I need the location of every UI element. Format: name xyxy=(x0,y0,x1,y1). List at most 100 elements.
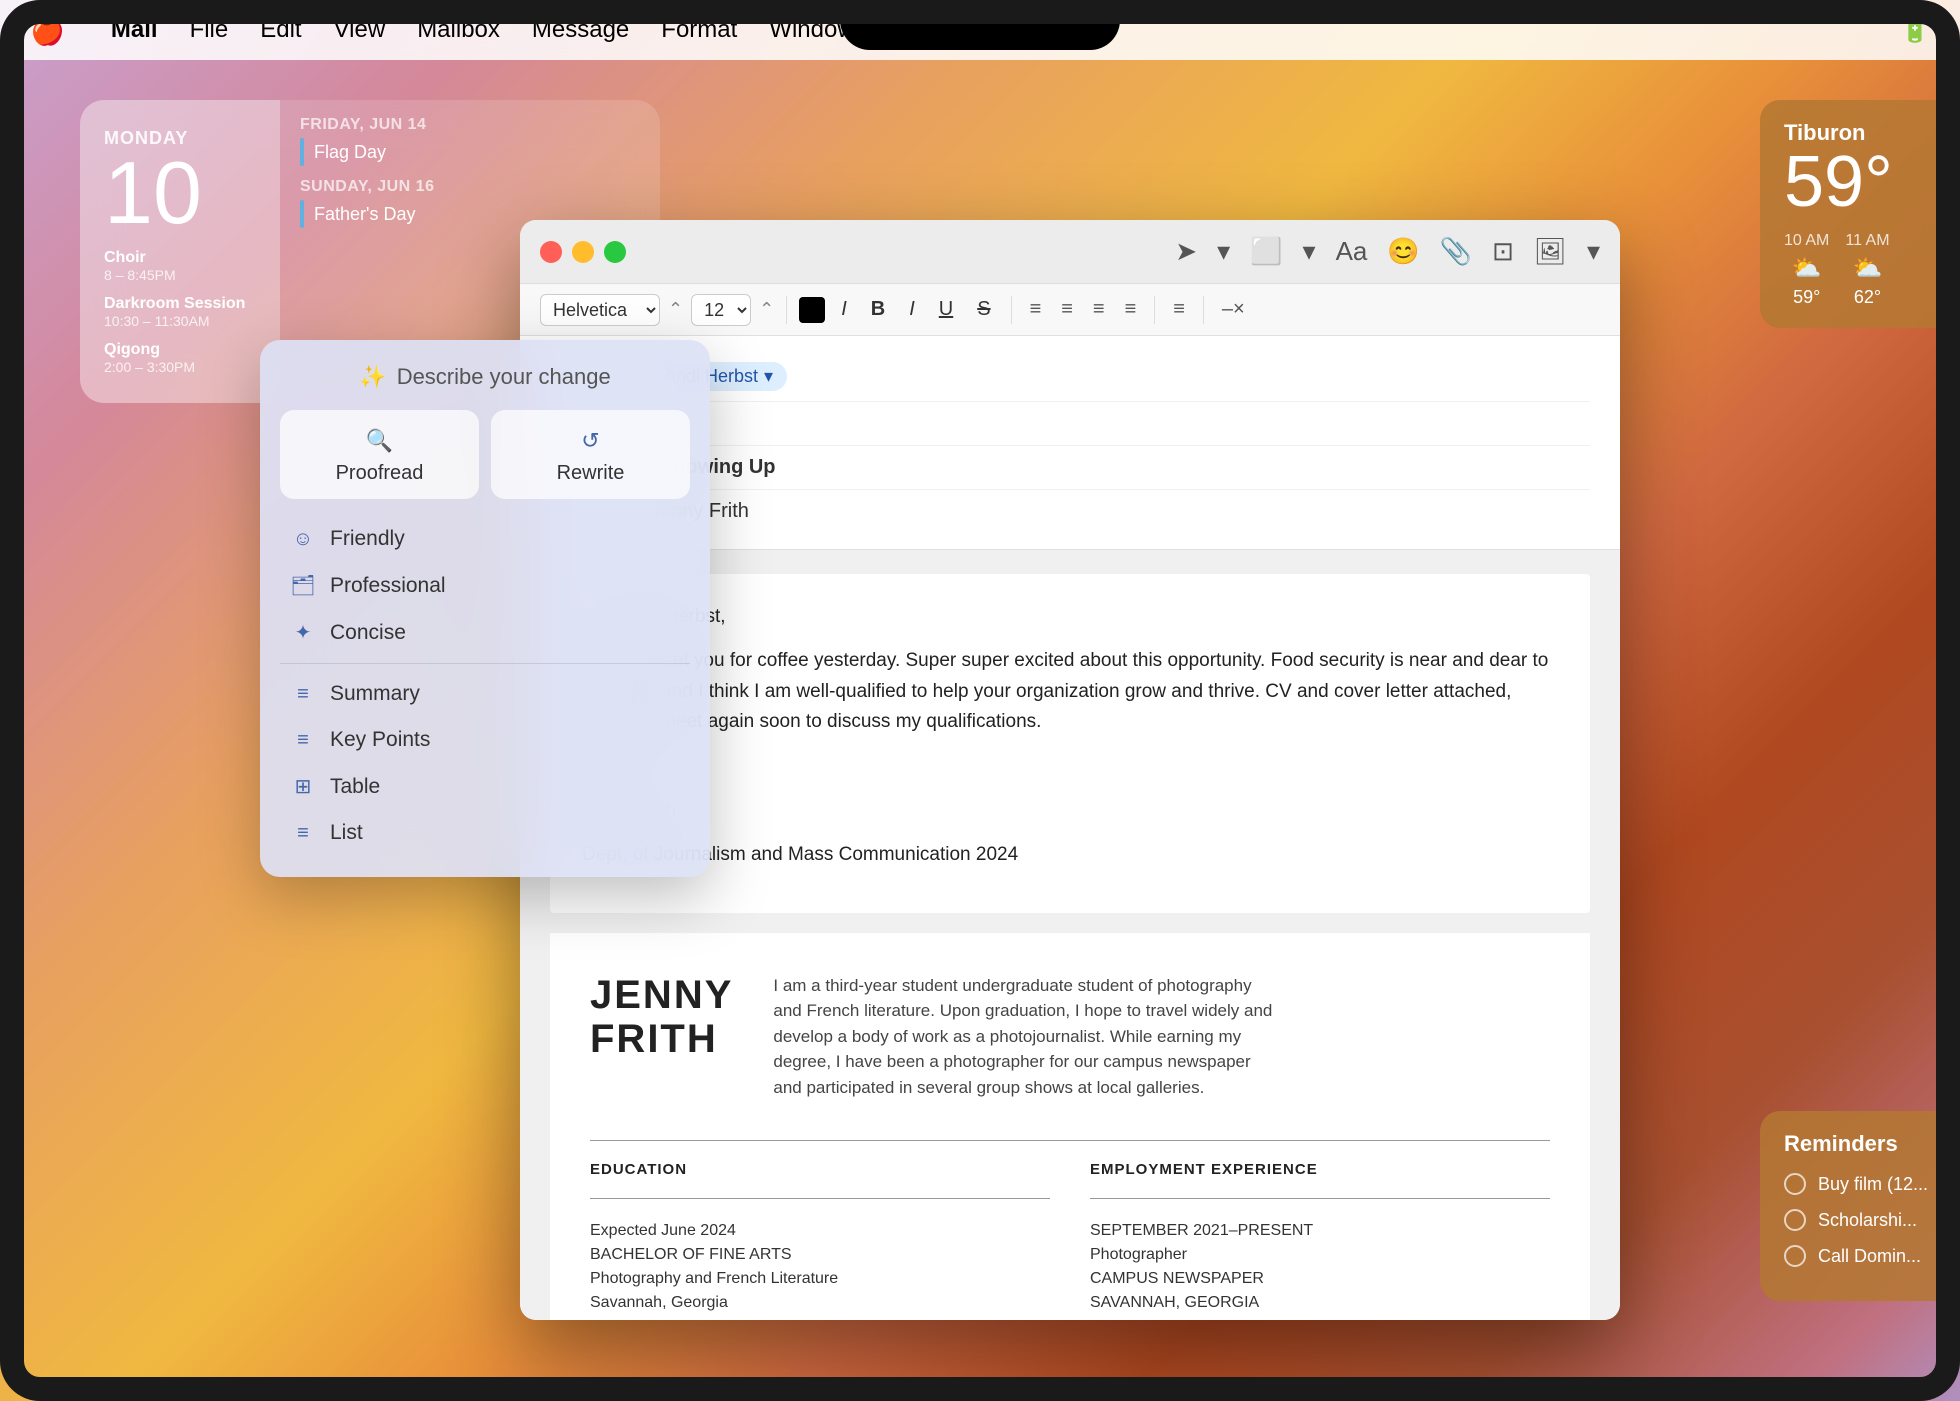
professional-label: Professional xyxy=(330,574,446,598)
align-right-icon[interactable]: ≡ xyxy=(1087,294,1111,325)
emoji-icon[interactable]: 😊 xyxy=(1387,236,1419,267)
photo-chevron[interactable]: ▾ xyxy=(1587,236,1600,267)
choir-time: 8 – 8:45PM xyxy=(104,267,256,283)
send-icon[interactable]: ➤ xyxy=(1175,236,1197,267)
weather-10am-temp: 59° xyxy=(1793,287,1820,308)
weather-11am-temp: 62° xyxy=(1854,287,1881,308)
resume-divider xyxy=(590,1140,1550,1141)
font-size-select[interactable]: 12 xyxy=(691,294,751,326)
maximize-button[interactable] xyxy=(604,241,626,263)
reminder-item-1[interactable]: Buy film (12... xyxy=(1784,1173,1936,1195)
font-select[interactable]: Helvetica xyxy=(540,294,660,326)
menu-file[interactable]: File xyxy=(174,10,245,50)
align-center-icon[interactable]: ≡ xyxy=(1055,294,1079,325)
professional-icon: 🗂 xyxy=(290,573,316,598)
send-chevron-icon[interactable]: ▾ xyxy=(1217,236,1230,267)
weather-forecast-row: 10 AM ⛅ 59° 11 AM ⛅ 62° xyxy=(1784,232,1936,308)
menu-message[interactable]: Message xyxy=(516,10,645,50)
reminder-circle-3 xyxy=(1784,1245,1806,1267)
reminder-circle-1 xyxy=(1784,1173,1806,1195)
font-icon[interactable]: Aa xyxy=(1336,236,1368,267)
recipient-chevron: ▾ xyxy=(764,366,773,387)
friendly-icon: ☺ xyxy=(290,528,316,551)
body-paragraph-1: Nice to meet you for coffee yesterday. S… xyxy=(582,646,1558,737)
signature-title: Dept. of Journalism and Mass Communicati… xyxy=(582,840,1558,870)
size-chevron-icon: ⌃ xyxy=(759,299,774,320)
friendly-label: Friendly xyxy=(330,527,405,551)
menu-item-list[interactable]: ≡ List xyxy=(280,813,690,853)
menu-item-key-points[interactable]: ≡ Key Points xyxy=(280,720,690,760)
menu-item-summary[interactable]: ≡ Summary xyxy=(280,674,690,714)
qigong-title: Qigong xyxy=(104,341,256,359)
proofread-button[interactable]: 🔍 Proofread xyxy=(280,410,479,499)
menu-item-professional[interactable]: 🗂 Professional xyxy=(280,565,690,606)
align-justify-icon[interactable]: ≡ xyxy=(1119,294,1143,325)
employment-header: EMPLOYMENT EXPERIENCE xyxy=(1090,1161,1550,1178)
photo-icon[interactable]: 🖼 xyxy=(1534,236,1567,267)
reminder-item-2[interactable]: Scholarshi... xyxy=(1784,1209,1936,1231)
education-header: EDUCATION xyxy=(590,1161,1050,1178)
calendar-date: 10 xyxy=(104,149,256,237)
writing-tools-header: ✨ Describe your change xyxy=(280,364,690,390)
emp-divider xyxy=(1090,1198,1550,1199)
apple-menu-icon[interactable]: 🍎 xyxy=(30,14,65,47)
rewrite-button[interactable]: ↺ Rewrite xyxy=(491,410,690,499)
education-content: Expected June 2024BACHELOR OF FINE ARTSP… xyxy=(590,1219,1050,1320)
menu-edit[interactable]: Edit xyxy=(244,10,317,50)
flag-day-dot xyxy=(300,138,304,166)
font-chevron-icon: ⌃ xyxy=(668,299,683,320)
italic-button[interactable]: I xyxy=(833,294,855,325)
toolbar-separator-1 xyxy=(786,296,787,324)
traffic-lights xyxy=(540,241,626,263)
menu-separator xyxy=(280,663,690,664)
weather-10am: 10 AM ⛅ 59° xyxy=(1784,232,1829,308)
menu-mail[interactable]: Mail xyxy=(95,10,174,50)
sunday-header: SUNDAY, JUN 16 xyxy=(300,178,640,196)
align-left-icon[interactable]: ≡ xyxy=(1024,294,1048,325)
weather-temperature: 59° xyxy=(1784,146,1936,218)
writing-tools-menu: ☺ Friendly 🗂 Professional ✦ Concise ≡ Su… xyxy=(280,519,690,853)
menu-item-table[interactable]: ⊞ Table xyxy=(280,766,690,807)
menu-view[interactable]: View xyxy=(318,10,402,50)
close-button[interactable] xyxy=(540,241,562,263)
notch xyxy=(840,0,1120,50)
menu-format[interactable]: Format xyxy=(645,10,753,50)
bold-button[interactable]: B xyxy=(863,294,893,325)
writing-tools-header-label[interactable]: Describe your change xyxy=(397,364,611,390)
resume-name: JENNY FRITH xyxy=(590,973,733,1061)
flag-day-event: Flag Day xyxy=(300,138,640,166)
minimize-button[interactable] xyxy=(572,241,594,263)
darkroom-time: 10:30 – 11:30AM xyxy=(104,313,256,329)
greeting: Dear Ms. Herbst, xyxy=(582,602,1558,632)
list-format-icon[interactable]: ≡ xyxy=(1167,294,1191,325)
concise-icon: ✦ xyxy=(290,620,316,645)
underline-button[interactable]: U xyxy=(931,294,961,325)
menu-item-concise[interactable]: ✦ Concise xyxy=(280,612,690,653)
employment-content: SEPTEMBER 2021–PRESENTPhotographerCAMPUS… xyxy=(1090,1219,1550,1315)
summary-label: Summary xyxy=(330,682,420,706)
darkroom-title: Darkroom Session xyxy=(104,295,256,313)
summary-icon: ≡ xyxy=(290,683,316,706)
reminder-item-3[interactable]: Call Domin... xyxy=(1784,1245,1936,1267)
more-format-icon[interactable]: –× xyxy=(1216,294,1251,325)
reminder-circle-2 xyxy=(1784,1209,1806,1231)
mail-toolbar-icons: ➤ ▾ ⬜ ▾ Aa 😊 📎 ⊡ 🖼 ▾ xyxy=(1175,236,1600,267)
proofread-icon: 🔍 xyxy=(366,428,393,454)
closing: Thanks xyxy=(582,752,1558,782)
compose-mode-chevron[interactable]: ▾ xyxy=(1303,236,1316,267)
more-icon[interactable]: ⊡ xyxy=(1492,236,1514,267)
compose-mode-icon[interactable]: ⬜ xyxy=(1250,236,1282,267)
writing-tools-buttons: 🔍 Proofread ↺ Rewrite xyxy=(280,410,690,499)
rewrite-icon: ↺ xyxy=(581,428,599,454)
mail-titlebar: ➤ ▾ ⬜ ▾ Aa 😊 📎 ⊡ 🖼 ▾ xyxy=(520,220,1620,284)
edu-divider xyxy=(590,1198,1050,1199)
friday-header: FRIDAY, JUN 14 xyxy=(300,116,640,134)
weather-11am-label: 11 AM xyxy=(1845,232,1889,250)
menu-mailbox[interactable]: Mailbox xyxy=(401,10,516,50)
menu-item-friendly[interactable]: ☺ Friendly xyxy=(280,519,690,559)
reminders-widget: Reminders Buy film (12... Scholarshi... … xyxy=(1760,1111,1960,1301)
italic-button-2[interactable]: I xyxy=(901,294,923,325)
attachment-icon[interactable]: 📎 xyxy=(1440,236,1472,267)
text-color-picker[interactable] xyxy=(799,297,825,323)
strikethrough-button[interactable]: S xyxy=(969,294,998,325)
